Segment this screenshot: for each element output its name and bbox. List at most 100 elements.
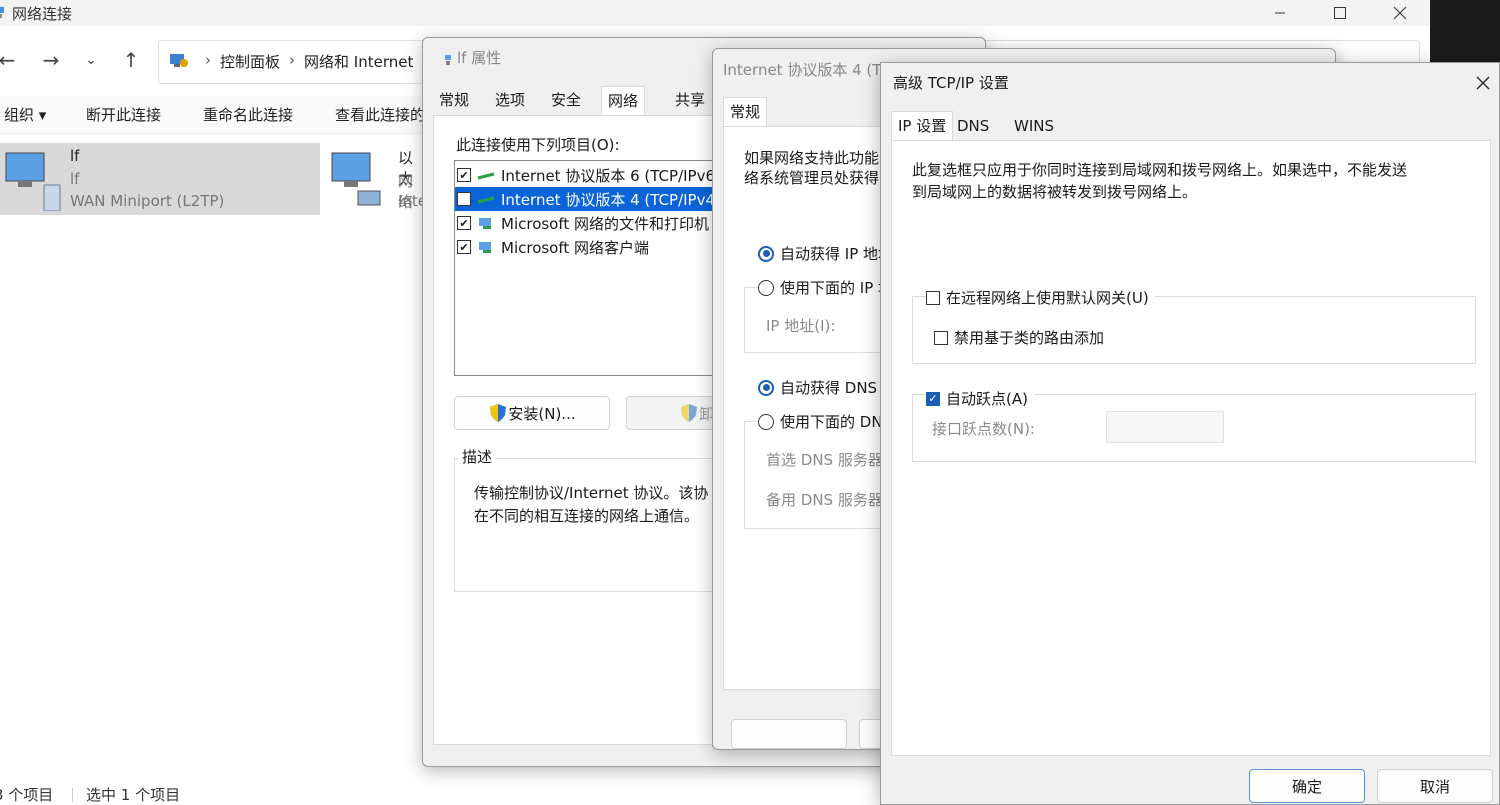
disable-class-routes-option[interactable]: 禁用基于类的路由添加	[934, 327, 1104, 348]
back-arrow-icon: ←	[0, 48, 16, 72]
tile-line3: WAN Miniport (L2TP)	[70, 192, 225, 210]
up-button[interactable]: ↑	[116, 45, 146, 75]
install-label: 安装(N)...	[508, 404, 576, 423]
checkbox[interactable]: ✔	[457, 168, 471, 182]
wan-connection-icon	[5, 152, 61, 211]
minimize-button[interactable]	[1250, 0, 1310, 26]
tab-general[interactable]: 常规	[723, 97, 768, 127]
alternate-dns-label: 备用 DNS 服务器	[766, 491, 883, 509]
connection-icon	[445, 55, 451, 65]
manual-ip-label: 使用下面的 IP 地	[780, 279, 894, 297]
interface-metric-input[interactable]	[1106, 411, 1224, 443]
tile-line3: Inte	[398, 192, 423, 210]
checkbox[interactable]: ✔	[457, 240, 471, 254]
recent-dropdown-button[interactable]: ⌄	[76, 45, 106, 75]
protocol-icon	[477, 172, 495, 180]
interface-metric-label: 接口跃点数(N):	[932, 420, 1035, 438]
checkbox[interactable]: ✔	[457, 192, 471, 206]
close-icon	[1393, 6, 1407, 20]
network-service-icon	[479, 218, 491, 229]
tab-dns[interactable]: DNS	[951, 112, 995, 140]
dialog-title: Internet 协议版本 4 (TCP/IPv4) 属性	[723, 61, 883, 79]
status-selected-count: 选中 1 个项目	[86, 786, 181, 804]
tab-security[interactable]: 安全	[545, 86, 587, 114]
radio-button[interactable]	[758, 413, 774, 430]
auto-dns-label: 自动获得 DNS	[780, 379, 878, 397]
dialog-title: 高级 TCP/IP 设置	[893, 74, 1009, 92]
minimize-icon	[1275, 12, 1285, 14]
ip-address-label: IP 地址(I):	[766, 317, 836, 335]
list-item-label: Internet 协议版本 6 (TCP/IPv6	[501, 166, 716, 185]
manual-ip-option[interactable]: 使用下面的 IP 地	[758, 277, 898, 298]
control-panel-icon	[170, 54, 188, 67]
breadcrumb-item[interactable]: 网络和 Internet	[304, 51, 413, 72]
tab-options[interactable]: 选项	[489, 86, 531, 114]
back-button[interactable]: ←	[0, 45, 22, 75]
view-status-button[interactable]: 查看此连接的	[335, 104, 425, 125]
forward-button[interactable]: →	[36, 45, 66, 75]
items-list-label: 此连接使用下列项目(O):	[456, 136, 620, 154]
cancel-button[interactable]: 取消	[1377, 769, 1493, 803]
auto-metric-option[interactable]: ✓ 自动跃点(A)	[926, 388, 1034, 409]
connection-tile-lf[interactable]: lf lf WAN Miniport (L2TP)	[0, 143, 320, 215]
dialog-title: lf 属性	[457, 49, 502, 67]
checkbox[interactable]	[934, 330, 948, 345]
close-button[interactable]	[1469, 71, 1497, 95]
ipv4-ok-button[interactable]	[731, 719, 847, 749]
status-divider	[72, 788, 73, 802]
status-item-count: 3 个项目	[0, 786, 54, 804]
tile-line2: lf	[70, 170, 80, 188]
checkbox[interactable]	[926, 290, 940, 305]
intro-line: 络系统管理员处获得	[744, 169, 880, 187]
shield-icon	[490, 404, 507, 422]
explorer-titlebar	[0, 0, 1430, 26]
tab-general[interactable]: 常规	[433, 86, 475, 114]
tab-sharing[interactable]: 共享	[669, 86, 711, 114]
install-button[interactable]: 安装(N)...	[454, 396, 610, 430]
maximize-button[interactable]	[1310, 0, 1370, 26]
network-icon	[0, 7, 4, 18]
breadcrumb: › 控制面板 › 网络和 Internet	[196, 51, 413, 72]
checkbox[interactable]: ✔	[457, 216, 471, 230]
explorer-title: 网络连接	[12, 5, 73, 23]
radio-button[interactable]	[758, 245, 774, 262]
organize-button[interactable]: 组织 ▾	[4, 104, 46, 125]
close-icon	[1476, 76, 1490, 90]
list-item-label: Microsoft 网络客户端	[501, 238, 650, 257]
description-line: 此复选框只应用于你同时连接到局域网和拨号网络上。如果选中，不能发送	[912, 161, 1408, 179]
intro-line: 如果网络支持此功能	[744, 149, 880, 167]
network-client-icon	[479, 242, 491, 253]
disconnect-button[interactable]: 断开此连接	[86, 104, 161, 125]
disable-class-label: 禁用基于类的路由添加	[954, 329, 1105, 347]
tab-wins[interactable]: WINS	[1008, 112, 1060, 140]
tile-name: lf	[70, 147, 80, 165]
breadcrumb-separator: ›	[205, 51, 211, 69]
list-item-label: Internet 协议版本 4 (TCP/IPv4	[501, 190, 716, 209]
advanced-tcpip-dialog: 高级 TCP/IP 设置 IP 设置 DNS WINS 此复选框只应用于你同时连…	[880, 62, 1500, 805]
list-item-label: Microsoft 网络的文件和打印机	[501, 214, 710, 233]
tab-ip-settings[interactable]: IP 设置	[891, 111, 954, 141]
use-default-gateway-option[interactable]: 在远程网络上使用默认网关(U)	[926, 287, 1155, 308]
breadcrumb-item[interactable]: 控制面板	[220, 51, 280, 72]
radio-button[interactable]	[758, 379, 774, 396]
chevron-down-icon: ⌄	[85, 52, 97, 68]
maximize-icon	[1334, 7, 1346, 19]
protocol-icon	[477, 196, 495, 204]
ethernet-connection-icon	[331, 152, 381, 206]
tab-networking[interactable]: 网络	[601, 86, 646, 116]
checkbox-checked[interactable]: ✓	[926, 391, 940, 406]
ip-settings-panel: 此复选框只应用于你同时连接到局域网和拨号网络上。如果选中，不能发送 到局域网上的…	[891, 140, 1491, 756]
connection-tile-ethernet[interactable]: 以太 网络 Inte	[328, 143, 423, 215]
close-button[interactable]	[1370, 0, 1430, 26]
description-line: 到局域网上的数据将被转发到拨号网络上。	[912, 183, 1198, 201]
auto-dns-option[interactable]: 自动获得 DNS	[758, 377, 877, 398]
ok-button[interactable]: 确定	[1249, 769, 1365, 803]
shield-icon	[680, 404, 697, 422]
description-line: 传输控制协议/Internet 协议。该协	[474, 484, 709, 502]
forward-arrow-icon: →	[42, 48, 60, 72]
description-line: 在不同的相互连接的网络上通信。	[474, 507, 700, 525]
auto-ip-option[interactable]: 自动获得 IP 地址	[758, 243, 893, 264]
manual-dns-option[interactable]: 使用下面的 DN	[758, 411, 887, 432]
radio-button[interactable]	[758, 279, 774, 296]
rename-button[interactable]: 重命名此连接	[203, 104, 293, 125]
